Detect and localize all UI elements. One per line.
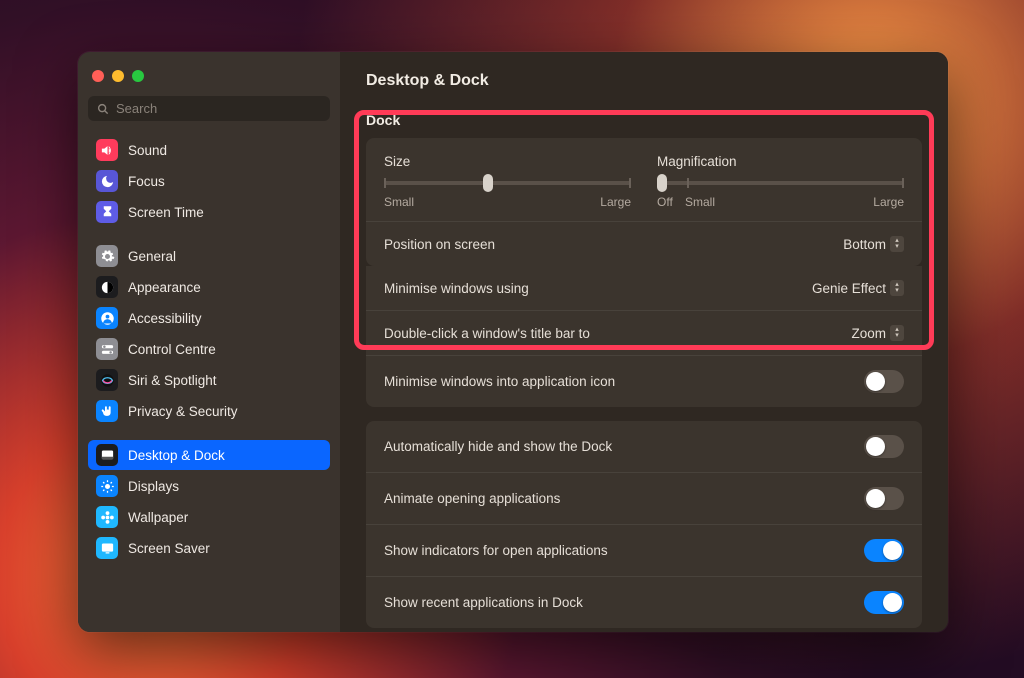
sidebar-item-label: Siri & Spotlight	[128, 373, 217, 388]
page-title: Desktop & Dock	[366, 72, 922, 90]
auto-hide-label: Automatically hide and show the Dock	[384, 439, 612, 454]
search-input[interactable]	[116, 101, 322, 116]
minimise-using-select[interactable]: Genie Effect ▴▾	[812, 280, 904, 296]
accessibility-icon	[96, 307, 118, 329]
sidebar-item-accessibility[interactable]: Accessibility	[88, 303, 330, 333]
sidebar-nav: Sound Focus Screen Time General Appearance Ac…	[88, 135, 330, 577]
chevron-updown-icon: ▴▾	[890, 325, 904, 341]
sidebar-item-focus[interactable]: Focus	[88, 166, 330, 196]
show-indicators-toggle[interactable]	[864, 539, 904, 562]
size-slider-thumb[interactable]	[483, 174, 493, 192]
search-icon	[96, 102, 110, 116]
zoom-button[interactable]	[132, 70, 144, 82]
minimize-button[interactable]	[112, 70, 124, 82]
sidebar-item-label: Screen Time	[128, 205, 204, 220]
appearance-icon	[96, 276, 118, 298]
minimise-using-row: Minimise windows using Genie Effect ▴▾	[366, 266, 922, 311]
chevron-updown-icon: ▴▾	[890, 236, 904, 252]
size-max-label: Large	[600, 195, 631, 209]
general-icon	[96, 245, 118, 267]
show-recent-toggle[interactable]	[864, 591, 904, 614]
show-indicators-row: Show indicators for open applications	[366, 525, 922, 577]
sidebar-item-label: Wallpaper	[128, 510, 188, 525]
magnification-slider-group: Magnification Off Small Large	[657, 154, 904, 209]
sidebar-item-displays[interactable]: Displays	[88, 471, 330, 501]
animate-opening-toggle[interactable]	[864, 487, 904, 510]
chevron-updown-icon: ▴▾	[890, 280, 904, 296]
double-click-row: Double-click a window's title bar to Zoo…	[366, 311, 922, 356]
displays-icon	[96, 475, 118, 497]
siri-icon	[96, 369, 118, 391]
close-button[interactable]	[92, 70, 104, 82]
size-slider-group: Size Small Large	[384, 154, 631, 209]
control-centre-icon	[96, 338, 118, 360]
sidebar-item-label: Privacy & Security	[128, 404, 238, 419]
settings-window: Sound Focus Screen Time General Appearance Ac…	[78, 52, 948, 632]
magnification-slider[interactable]	[657, 181, 904, 185]
screen-saver-icon	[96, 537, 118, 559]
sidebar-item-label: Focus	[128, 174, 165, 189]
sound-icon	[96, 139, 118, 161]
sidebar-item-label: Sound	[128, 143, 167, 158]
magnification-max-label: Large	[873, 195, 904, 209]
main-content: Desktop & Dock Dock Size Small Large Mag…	[340, 52, 948, 632]
sidebar-item-label: Accessibility	[128, 311, 202, 326]
focus-icon	[96, 170, 118, 192]
sidebar-item-siri[interactable]: Siri & Spotlight	[88, 365, 330, 395]
sidebar-item-label: Screen Saver	[128, 541, 210, 556]
size-label: Size	[384, 154, 631, 169]
sidebar-item-sound[interactable]: Sound	[88, 135, 330, 165]
sidebar-item-screen-time[interactable]: Screen Time	[88, 197, 330, 227]
minimise-into-icon-row: Minimise windows into application icon	[366, 356, 922, 407]
sidebar: Sound Focus Screen Time General Appearance Ac…	[78, 52, 340, 632]
sidebar-item-desktop-dock[interactable]: Desktop & Dock	[88, 440, 330, 470]
minimise-into-icon-toggle[interactable]	[864, 370, 904, 393]
sidebar-item-appearance[interactable]: Appearance	[88, 272, 330, 302]
position-label: Position on screen	[384, 237, 495, 252]
size-min-label: Small	[384, 195, 414, 209]
wallpaper-icon	[96, 506, 118, 528]
sidebar-item-label: Desktop & Dock	[128, 448, 225, 463]
section-title: Dock	[366, 112, 922, 128]
sidebar-item-wallpaper[interactable]: Wallpaper	[88, 502, 330, 532]
magnification-label: Magnification	[657, 154, 904, 169]
size-slider[interactable]	[384, 181, 631, 185]
animate-opening-row: Animate opening applications	[366, 473, 922, 525]
show-indicators-label: Show indicators for open applications	[384, 543, 608, 558]
sidebar-item-label: General	[128, 249, 176, 264]
sidebar-item-privacy[interactable]: Privacy & Security	[88, 396, 330, 426]
dock-panel-1b: Minimise windows using Genie Effect ▴▾ D…	[366, 266, 922, 407]
animate-opening-label: Animate opening applications	[384, 491, 560, 506]
magnification-min-label: Small	[685, 195, 715, 209]
position-value: Bottom	[843, 237, 886, 252]
magnification-slider-thumb[interactable]	[657, 174, 667, 192]
auto-hide-row: Automatically hide and show the Dock	[366, 421, 922, 473]
magnification-off-label: Off	[657, 195, 685, 209]
dock-panel-1: Size Small Large Magnification	[366, 138, 922, 266]
sidebar-item-label: Control Centre	[128, 342, 216, 357]
auto-hide-toggle[interactable]	[864, 435, 904, 458]
double-click-label: Double-click a window's title bar to	[384, 326, 590, 341]
search-field[interactable]	[88, 96, 330, 121]
show-recent-label: Show recent applications in Dock	[384, 595, 583, 610]
privacy-icon	[96, 400, 118, 422]
window-controls	[88, 66, 330, 96]
position-row: Position on screen Bottom ▴▾	[366, 222, 922, 266]
sidebar-item-label: Appearance	[128, 280, 201, 295]
sidebar-item-control-centre[interactable]: Control Centre	[88, 334, 330, 364]
position-select[interactable]: Bottom ▴▾	[843, 236, 904, 252]
sliders-row: Size Small Large Magnification	[366, 138, 922, 222]
desktop-dock-icon	[96, 444, 118, 466]
double-click-value: Zoom	[851, 326, 886, 341]
minimise-into-icon-label: Minimise windows into application icon	[384, 374, 615, 389]
dock-panel-2: Automatically hide and show the Dock Ani…	[366, 421, 922, 628]
minimise-using-value: Genie Effect	[812, 281, 886, 296]
show-recent-row: Show recent applications in Dock	[366, 577, 922, 628]
sidebar-item-label: Displays	[128, 479, 179, 494]
sidebar-item-screen-saver[interactable]: Screen Saver	[88, 533, 330, 563]
screen-time-icon	[96, 201, 118, 223]
double-click-select[interactable]: Zoom ▴▾	[851, 325, 904, 341]
sidebar-item-general[interactable]: General	[88, 241, 330, 271]
minimise-using-label: Minimise windows using	[384, 281, 529, 296]
